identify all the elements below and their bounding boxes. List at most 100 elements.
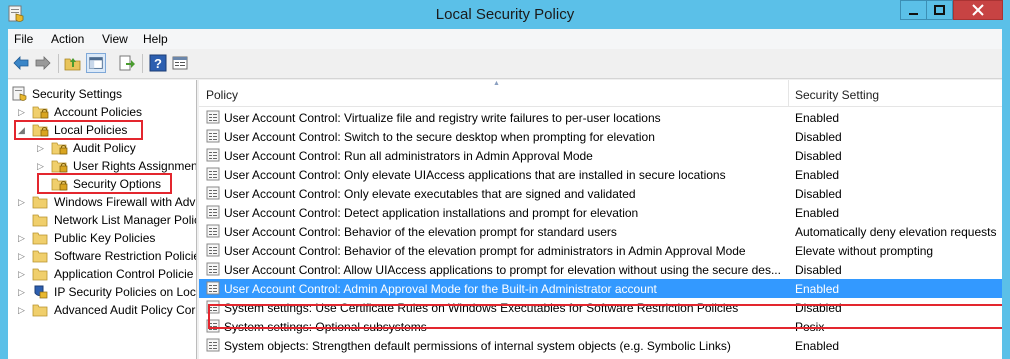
policy-name: User Account Control: Detect application… <box>224 206 639 220</box>
policy-name: User Account Control: Behavior of the el… <box>224 225 617 239</box>
policy-setting-value: Automatically deny elevation requests <box>795 225 997 239</box>
policy-setting-icon <box>206 186 220 200</box>
ip-security-icon <box>34 285 48 299</box>
properties-icon[interactable] <box>171 54 189 72</box>
policy-setting-icon <box>206 224 220 238</box>
menu-view[interactable]: View <box>102 32 128 46</box>
folder-icon <box>32 196 48 209</box>
title-bar: Local Security Policy <box>0 0 1010 29</box>
folder-icon <box>32 232 48 245</box>
show-hide-tree-icon[interactable] <box>86 53 106 73</box>
tree-item-label: Audit Policy <box>73 141 136 155</box>
menu-action[interactable]: Action <box>51 32 84 46</box>
expand-arrow-icon[interactable]: ▷ <box>18 305 26 315</box>
policy-setting-icon <box>206 205 220 219</box>
expand-arrow-icon[interactable]: ▷ <box>18 233 26 243</box>
up-folder-icon[interactable] <box>64 54 82 72</box>
policy-setting-value: Enabled <box>795 111 840 125</box>
folder-icon <box>32 268 48 281</box>
highlight-box-local-policies <box>14 120 143 140</box>
tree-root-label: Security Settings <box>32 87 123 101</box>
expand-arrow-icon[interactable]: ▷ <box>18 269 26 279</box>
maximize-button[interactable] <box>926 0 953 20</box>
policy-row[interactable]: User Account Control: Behavior of the el… <box>199 241 1002 260</box>
toolbar-separator <box>142 54 143 73</box>
column-header-policy[interactable]: Policy <box>206 88 238 102</box>
policy-row[interactable]: User Account Control: Virtualize file an… <box>199 108 1002 127</box>
policy-setting-icon <box>206 129 220 143</box>
policy-setting-icon <box>206 243 220 257</box>
back-icon[interactable] <box>12 54 30 72</box>
expand-arrow-icon[interactable]: ▷ <box>18 251 26 261</box>
menu-help[interactable]: Help <box>143 32 168 46</box>
policy-list[interactable]: ▲ Policy Security Setting User Account C… <box>199 80 1002 359</box>
policy-row[interactable]: User Account Control: Run all administra… <box>199 146 1002 165</box>
expand-arrow-icon[interactable]: ▷ <box>37 143 45 153</box>
policy-setting-icon <box>206 110 220 124</box>
policy-name: User Account Control: Switch to the secu… <box>224 130 655 144</box>
sort-indicator-icon: ▲ <box>493 80 500 87</box>
policy-setting-value: Enabled <box>795 282 840 296</box>
tree-item-label: Windows Firewall with Adv <box>54 195 196 209</box>
menu-bar: File Action View Help <box>8 29 1002 49</box>
window-title: Local Security Policy <box>435 6 575 23</box>
policy-setting-value: Disabled <box>795 187 842 201</box>
console-tree[interactable]: Security Settings ▷ Account Policies ◢ Loca… <box>8 80 197 359</box>
locked-folder-icon <box>51 142 68 155</box>
policy-name: User Account Control: Allow UIAccess app… <box>224 263 781 277</box>
svg-text:?: ? <box>154 56 162 71</box>
column-divider[interactable] <box>788 80 789 106</box>
policy-setting-value: Disabled <box>795 263 842 277</box>
policy-row[interactable]: System objects: Strengthen default permi… <box>199 336 1002 355</box>
help-icon[interactable]: ? <box>149 54 167 72</box>
tree-item-label: IP Security Policies on Loca <box>54 285 197 299</box>
locked-folder-icon <box>51 160 68 173</box>
policy-row[interactable]: User Account Control: Only elevate execu… <box>199 184 1002 203</box>
policy-name: User Account Control: Behavior of the el… <box>224 244 746 258</box>
policy-row[interactable]: User Account Control: Only elevate UIAcc… <box>199 165 1002 184</box>
security-settings-icon <box>12 86 27 101</box>
folder-icon <box>32 214 48 227</box>
expand-arrow-icon[interactable]: ▷ <box>18 197 26 207</box>
policy-name: System objects: Strengthen default permi… <box>224 339 731 353</box>
toolbar: ? <box>8 49 1002 79</box>
highlight-box-security-options <box>37 173 172 194</box>
policy-setting-value: Elevate without prompting <box>795 244 934 258</box>
export-list-icon[interactable] <box>118 54 136 72</box>
close-icon <box>972 4 984 16</box>
expand-arrow-icon[interactable]: ▷ <box>18 107 26 117</box>
tree-item-label: Account Policies <box>54 105 143 119</box>
column-header-security-setting[interactable]: Security Setting <box>795 88 879 102</box>
expand-arrow-icon[interactable]: ▷ <box>18 287 26 297</box>
list-header: ▲ Policy Security Setting <box>199 80 1002 107</box>
policy-setting-icon <box>206 167 220 181</box>
close-button[interactable] <box>953 0 1003 20</box>
policy-setting-icon <box>206 148 220 162</box>
window-client-area: File Action View Help ? Security Setting… <box>8 29 1002 359</box>
forward-icon[interactable] <box>34 54 52 72</box>
tree-item-label: User Rights Assignment <box>73 159 197 173</box>
policy-setting-value: Disabled <box>795 130 842 144</box>
tree-item-label: Application Control Policie <box>54 267 194 281</box>
policy-row[interactable]: User Account Control: Admin Approval Mod… <box>199 279 1002 298</box>
policy-name: User Account Control: Only elevate execu… <box>224 187 636 201</box>
policy-setting-icon <box>206 262 220 276</box>
minimize-button[interactable] <box>900 0 927 20</box>
policy-row[interactable]: User Account Control: Behavior of the el… <box>199 222 1002 241</box>
tree-item-label: Network List Manager Polic <box>54 213 197 227</box>
toolbar-separator <box>58 54 59 73</box>
policy-setting-value: Enabled <box>795 168 840 182</box>
policy-name: User Account Control: Run all administra… <box>224 149 593 163</box>
policy-row[interactable]: User Account Control: Detect application… <box>199 203 1002 222</box>
policy-name: User Account Control: Virtualize file an… <box>224 111 661 125</box>
maximize-icon <box>934 5 945 15</box>
menu-file[interactable]: File <box>14 32 33 46</box>
policy-row[interactable]: User Account Control: Switch to the secu… <box>199 127 1002 146</box>
expand-arrow-icon[interactable]: ▷ <box>37 161 45 171</box>
policy-row[interactable]: User Account Control: Allow UIAccess app… <box>199 260 1002 279</box>
highlight-box-selected-policy <box>208 304 1002 329</box>
policy-setting-icon <box>206 281 220 295</box>
policy-name: User Account Control: Admin Approval Mod… <box>224 282 657 296</box>
policy-name: User Account Control: Only elevate UIAcc… <box>224 168 726 182</box>
tree-item-label: Advanced Audit Policy Cor <box>54 303 196 317</box>
